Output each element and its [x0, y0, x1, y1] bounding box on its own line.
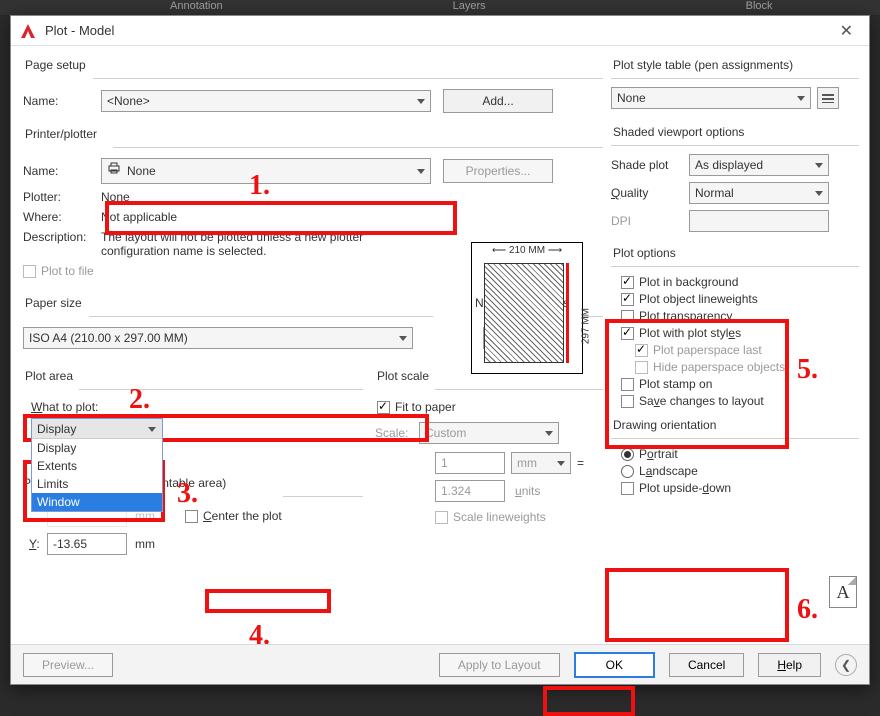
dpi-label: DPI	[611, 214, 689, 228]
plotter-label: Plotter:	[23, 190, 101, 204]
orientation-icon: A	[829, 576, 857, 608]
portrait-radio[interactable]	[621, 448, 634, 461]
chevron-down-icon	[417, 99, 425, 104]
scale-lineweights-label: Scale lineweights	[453, 510, 546, 524]
plot-lineweights-checkbox[interactable]	[621, 293, 634, 306]
plot-dialog: Plot - Model ✕ Page setup Name: <None> A…	[10, 15, 870, 685]
plot-transparency-checkbox[interactable]	[621, 310, 634, 323]
add-page-setup-button[interactable]: Add...	[443, 89, 553, 113]
where-label: Where:	[23, 210, 101, 224]
quality-label: Quality	[611, 186, 689, 200]
dialog-footer: Preview... Apply to Layout OK Cancel Hel…	[11, 644, 869, 684]
ribbon-tab[interactable]: Annotation	[120, 0, 273, 15]
printer-properties-button: Properties...	[443, 159, 553, 183]
printer-title: Printer/plotter	[25, 127, 603, 141]
plot-area-title: Plot area	[25, 369, 363, 383]
plot-area-option[interactable]: Limits	[32, 475, 162, 493]
orientation-title: Drawing orientation	[613, 418, 859, 432]
plot-options-title: Plot options	[613, 246, 859, 260]
scale-dropdown: Custom	[419, 422, 559, 444]
expand-icon[interactable]: ❮	[835, 654, 857, 676]
plot-area-option[interactable]: Extents	[32, 457, 162, 475]
chevron-down-icon	[148, 427, 156, 432]
where-value: Not applicable	[101, 210, 177, 224]
plot-to-file-checkbox	[23, 265, 36, 278]
help-button[interactable]: Help	[758, 653, 821, 677]
plot-stamp-checkbox[interactable]	[621, 378, 634, 391]
preview-button[interactable]: Preview...	[23, 653, 113, 677]
fit-to-paper-label: Fit to paper	[395, 400, 456, 414]
ribbon-tab[interactable]: Layers	[403, 0, 536, 15]
dpi-input	[689, 210, 829, 232]
plot-area-option[interactable]: Display	[32, 439, 162, 457]
chevron-down-icon	[399, 336, 407, 341]
close-icon[interactable]: ✕	[832, 19, 861, 43]
description-label: Description:	[23, 230, 101, 244]
page-setup-name-label: Name:	[23, 94, 101, 108]
paper-preview: ⟵ 210 MM ⟶ 297 MM	[471, 242, 583, 374]
chevron-down-icon	[417, 169, 425, 174]
scale-num-input: 1	[435, 452, 505, 474]
page-setup-title: Page setup	[25, 58, 603, 72]
paper-size-title: Paper size	[25, 296, 433, 310]
shade-plot-label: Shade plot	[611, 158, 689, 172]
shade-plot-dropdown[interactable]: As displayed	[689, 154, 829, 176]
plot-style-title: Plot style table (pen assignments)	[613, 58, 859, 72]
plot-background-checkbox[interactable]	[621, 276, 634, 289]
printer-name-dropdown[interactable]: None	[101, 158, 431, 184]
scale-lineweights-checkbox	[435, 511, 448, 524]
page-setup-name-dropdown[interactable]: <None>	[101, 90, 431, 112]
offset-y-input[interactable]: -13.65	[47, 533, 127, 555]
scale-unit-dropdown: mm	[511, 452, 571, 474]
apply-layout-button[interactable]: Apply to Layout	[439, 653, 560, 677]
what-to-plot-dropdown[interactable]: Display Display Extents Limits Window	[31, 418, 163, 512]
window-title: Plot - Model	[45, 23, 832, 38]
plot-style-dropdown[interactable]: None	[611, 87, 811, 109]
titlebar: Plot - Model ✕	[11, 16, 869, 46]
scale-label: Scale:	[375, 426, 419, 440]
what-to-plot-label: What to plot:	[31, 400, 363, 414]
cancel-button[interactable]: Cancel	[669, 653, 744, 677]
plot-paperspace-checkbox	[635, 344, 648, 357]
plot-to-file-label: Plot to file	[41, 264, 94, 278]
plotter-value: None	[101, 190, 130, 204]
ribbon-tab[interactable]: Block	[696, 0, 823, 15]
plot-style-edit-button[interactable]	[817, 87, 839, 109]
offset-y-label: Y:	[29, 537, 47, 551]
scale-units-label: units	[515, 484, 540, 498]
offset-y-units: mm	[135, 537, 155, 551]
printer-name-label: Name:	[23, 164, 101, 178]
plot-styles-checkbox[interactable]	[621, 327, 634, 340]
upside-down-checkbox[interactable]	[621, 482, 634, 495]
center-plot-checkbox[interactable]	[185, 510, 198, 523]
description-value: The layout will not be plotted unless a …	[101, 230, 421, 258]
printer-icon	[107, 161, 121, 181]
paper-size-dropdown[interactable]: ISO A4 (210.00 x 297.00 MM)	[23, 327, 413, 349]
scale-units-input: 1.324	[435, 480, 505, 502]
landscape-radio[interactable]	[621, 465, 634, 478]
chevron-down-icon	[797, 96, 805, 101]
hide-paperspace-checkbox	[635, 361, 648, 374]
fit-to-paper-checkbox[interactable]	[377, 401, 390, 414]
quality-dropdown[interactable]: Normal	[689, 182, 829, 204]
plot-area-option[interactable]: Window	[32, 493, 162, 511]
shaded-title: Shaded viewport options	[613, 125, 859, 139]
ok-button[interactable]: OK	[574, 652, 655, 678]
save-changes-checkbox[interactable]	[621, 395, 634, 408]
app-logo-icon	[19, 22, 37, 40]
app-ribbon: Annotation Layers Block Properties	[0, 0, 880, 15]
